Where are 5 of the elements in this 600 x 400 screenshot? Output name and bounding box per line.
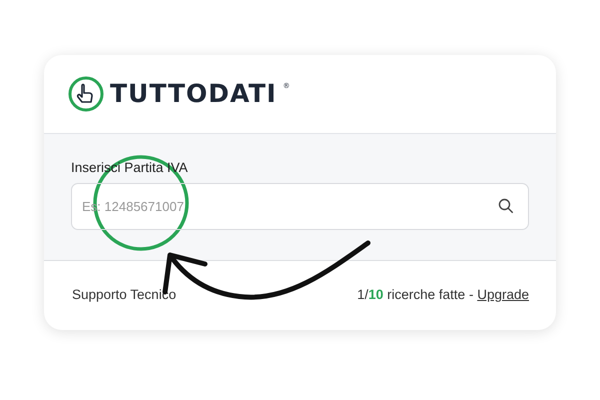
usage-text: 1/10 ricerche fatte - [357,286,474,304]
search-icon[interactable] [498,198,514,214]
hand-pointer-icon [68,76,104,112]
logo-text: TUTTODATI [110,78,277,110]
upgrade-link[interactable]: Upgrade [477,285,529,306]
